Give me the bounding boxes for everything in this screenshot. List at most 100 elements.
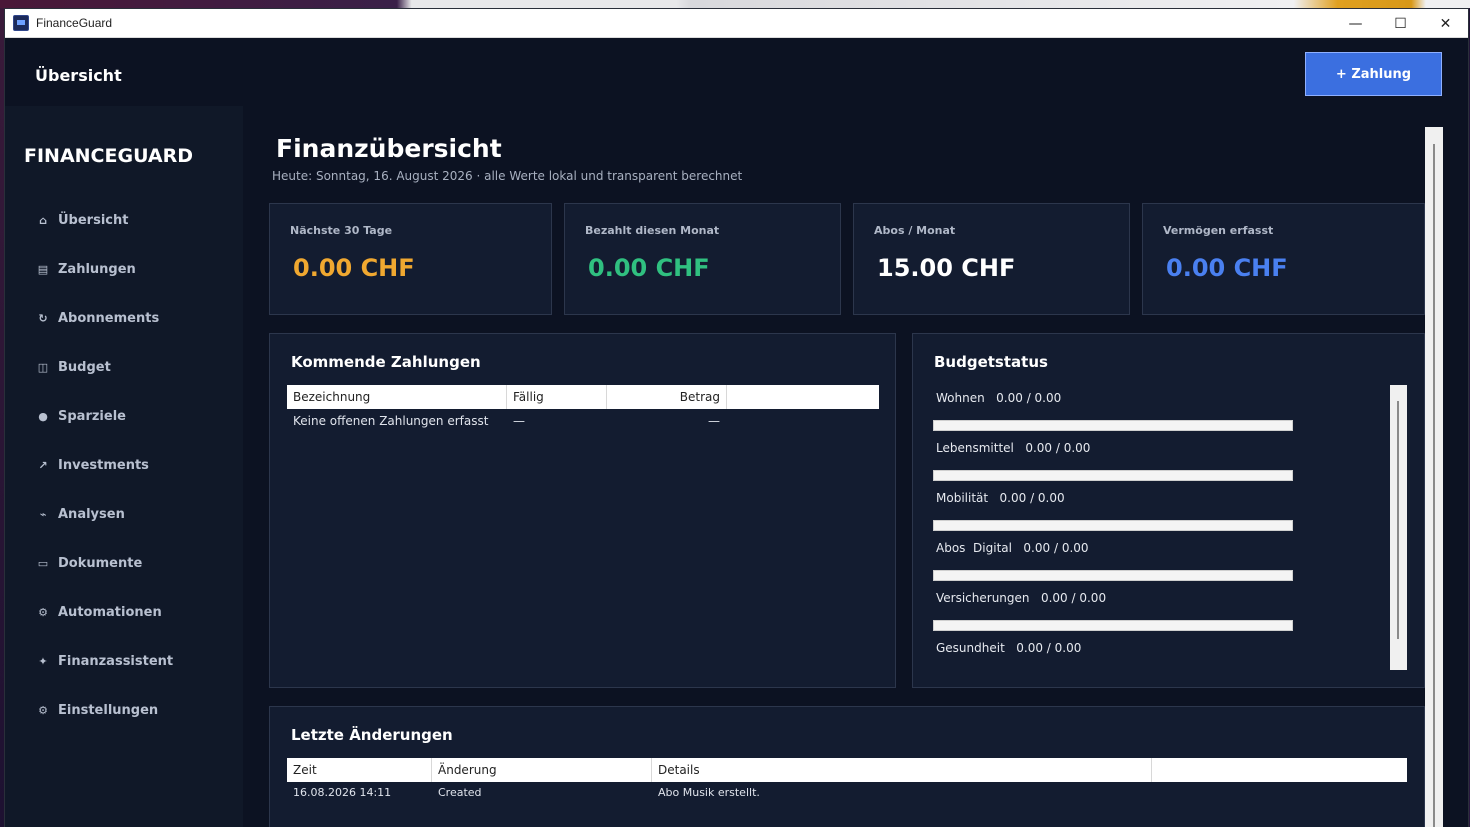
app-window: FinanceGuard — ☐ ✕ Übersicht + Zahlung F…	[4, 8, 1469, 827]
budget-item-value: 0.00 / 0.00	[999, 491, 1065, 505]
upcoming-payments-panel: Kommende Zahlungen Bezeichnung Fällig Be…	[269, 333, 896, 688]
kpi-value: 0.00 CHF	[588, 254, 710, 282]
budget-progress-bar	[933, 520, 1293, 531]
home-icon: ⌂	[39, 213, 47, 227]
column-header-change[interactable]: Änderung	[432, 758, 652, 782]
table-cell-amount: —	[708, 414, 720, 428]
column-header-empty	[727, 385, 879, 409]
columns-icon: ◫	[37, 360, 49, 374]
kpi-label: Vermögen erfasst	[1163, 224, 1274, 237]
sidebar-item-investments[interactable]: ↗ Investments	[33, 454, 149, 476]
gear-icon: ⚙	[38, 605, 48, 619]
kpi-card-next-30-days: Nächste 30 Tage 0.00 CHF	[269, 203, 552, 315]
sidebar-item-finanzassistent[interactable]: ✦ Finanzassistent	[33, 650, 173, 672]
budget-item-name: Gesundheit	[936, 641, 1005, 655]
header: Übersicht + Zahlung	[5, 38, 1468, 106]
main-scrollbar[interactable]	[1425, 127, 1443, 827]
sidebar-item-automationen[interactable]: ⚙ Automationen	[33, 601, 162, 623]
close-button[interactable]: ✕	[1423, 9, 1468, 38]
add-payment-button[interactable]: + Zahlung	[1305, 52, 1442, 96]
sidebar-item-label: Sparziele	[58, 408, 126, 424]
kpi-card-assets: Vermögen erfasst 0.00 CHF	[1142, 203, 1425, 315]
minimize-button[interactable]: —	[1333, 9, 1378, 38]
sidebar-item-label: Analysen	[58, 506, 125, 522]
trend-up-icon: ↗	[38, 458, 48, 472]
table-cell-change: Created	[438, 786, 482, 799]
panel-title: Letzte Änderungen	[291, 726, 453, 744]
header-title: Übersicht	[35, 66, 122, 85]
sidebar-item-budget[interactable]: ◫ Budget	[33, 356, 111, 378]
budget-progress-bar	[933, 470, 1293, 481]
target-icon: ●	[38, 409, 48, 423]
column-header-time[interactable]: Zeit	[287, 758, 432, 782]
recent-changes-panel: Letzte Änderungen Zeit Änderung Details …	[269, 706, 1425, 827]
window-title: FinanceGuard	[36, 16, 113, 30]
table-cell-time: 16.08.2026 14:11	[293, 786, 392, 799]
budget-item-gesundheit: Gesundheit 0.00 / 0.00	[936, 641, 1081, 655]
panel-title: Budgetstatus	[934, 353, 1048, 371]
column-header-amount[interactable]: Betrag	[607, 385, 727, 409]
table-cell-due: —	[513, 414, 525, 428]
budget-item-value: 0.00 / 0.00	[1025, 441, 1091, 455]
desktop-background	[0, 0, 1470, 8]
sidebar-item-label: Finanzassistent	[58, 653, 174, 669]
table-cell-details: Abo Musik erstellt.	[658, 786, 760, 799]
table-header: Zeit Änderung Details	[287, 758, 1407, 782]
table-header: Bezeichnung Fällig Betrag	[287, 385, 879, 409]
sparkle-icon: ✦	[38, 654, 48, 668]
sidebar-item-einstellungen[interactable]: ⚙ Einstellungen	[33, 699, 158, 721]
page-subtitle: Heute: Sonntag, 16. August 2026 · alle W…	[272, 169, 743, 183]
sidebar-item-label: Automationen	[58, 604, 162, 620]
sidebar-item-abonnements[interactable]: ↻ Abonnements	[33, 307, 159, 329]
sidebar-item-label: Abonnements	[58, 310, 160, 326]
budget-status-panel: Budgetstatus Wohnen 0.00 / 0.00 Lebensmi…	[912, 333, 1425, 688]
sidebar-item-zahlungen[interactable]: ▤ Zahlungen	[33, 258, 136, 280]
kpi-card-subscriptions: Abos / Monat 15.00 CHF	[853, 203, 1130, 315]
kpi-value: 0.00 CHF	[293, 254, 415, 282]
sidebar-item-dokumente[interactable]: ▭ Dokumente	[33, 552, 142, 574]
settings-icon: ⚙	[38, 703, 48, 717]
sidebar-item-label: Dokumente	[58, 555, 143, 571]
brand-logo-text: FINANCEGUARD	[24, 145, 194, 167]
kpi-value: 0.00 CHF	[1166, 254, 1288, 282]
sidebar-item-analysen[interactable]: ⌁ Analysen	[33, 503, 125, 525]
budget-item-mobilitaet: Mobilität 0.00 / 0.00	[936, 491, 1065, 505]
budget-item-versicherungen: Versicherungen 0.00 / 0.00	[936, 591, 1106, 605]
kpi-value: 15.00 CHF	[877, 254, 1016, 282]
budget-item-name: Versicherungen	[936, 591, 1030, 605]
sidebar-item-label: Budget	[58, 359, 111, 375]
main-content: Finanzübersicht Heute: Sonntag, 16. Augu…	[243, 106, 1468, 827]
budget-progress-bar	[933, 420, 1293, 431]
budget-progress-bar	[933, 570, 1293, 581]
sidebar-item-sparziele[interactable]: ● Sparziele	[33, 405, 126, 427]
budget-item-abos-digital: Abos Digital 0.00 / 0.00	[936, 541, 1089, 555]
panel-title: Kommende Zahlungen	[291, 353, 481, 371]
budget-item-value: 0.00 / 0.00	[1023, 541, 1089, 555]
kpi-label: Bezahlt diesen Monat	[585, 224, 720, 237]
sidebar-item-label: Einstellungen	[58, 702, 159, 718]
budget-item-lebensmittel: Lebensmittel 0.00 / 0.00	[936, 441, 1090, 455]
sidebar-item-uebersicht[interactable]: ⌂ Übersicht	[33, 209, 128, 231]
column-header-due[interactable]: Fällig	[507, 385, 607, 409]
refresh-icon: ↻	[38, 311, 48, 325]
budget-item-value: 0.00 / 0.00	[996, 391, 1062, 405]
kpi-label: Nächste 30 Tage	[290, 224, 393, 237]
column-header-name[interactable]: Bezeichnung	[287, 385, 507, 409]
sidebar-item-label: Zahlungen	[58, 261, 136, 277]
scrollbar-thumb[interactable]	[1433, 144, 1435, 827]
app-icon	[13, 15, 29, 31]
column-header-details[interactable]: Details	[652, 758, 1152, 782]
budget-item-value: 0.00 / 0.00	[1016, 641, 1082, 655]
budget-item-value: 0.00 / 0.00	[1040, 591, 1107, 605]
scrollbar-thumb[interactable]	[1397, 401, 1399, 639]
budget-item-name: Abos Digital	[936, 541, 1012, 555]
wave-icon: ⌁	[39, 507, 47, 521]
page-title: Finanzübersicht	[276, 134, 502, 163]
sidebar-item-label: Investments	[58, 457, 149, 473]
kpi-label: Abos / Monat	[874, 224, 956, 237]
budget-scrollbar[interactable]	[1390, 385, 1407, 670]
budget-progress-bar	[933, 620, 1293, 631]
maximize-button[interactable]: ☐	[1378, 9, 1423, 38]
table-cell-name: Keine offenen Zahlungen erfasst	[293, 414, 489, 428]
budget-item-name: Mobilität	[936, 491, 989, 505]
